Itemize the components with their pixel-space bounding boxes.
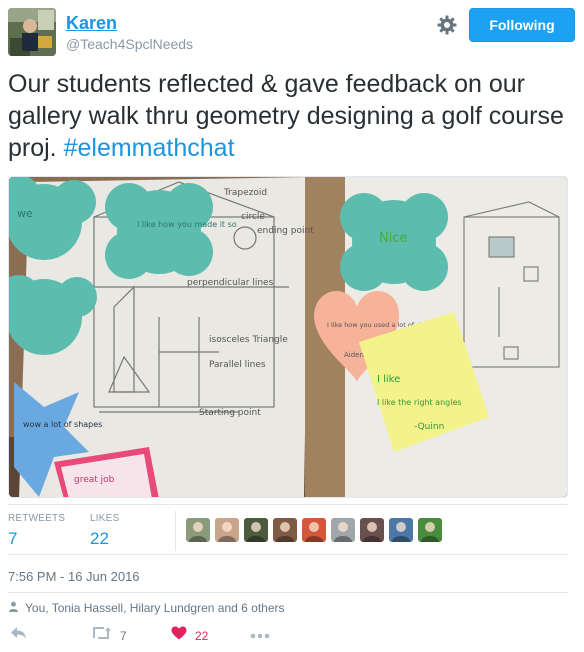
- heart-icon: [171, 626, 187, 645]
- user-name[interactable]: Karen: [66, 13, 117, 34]
- user-handle[interactable]: @Teach4SpclNeeds: [66, 36, 193, 52]
- sticky-note-author: Aiden: [344, 351, 364, 359]
- liker-avatar[interactable]: [360, 518, 384, 542]
- hashtag-link[interactable]: #elemmathchat: [64, 134, 235, 162]
- liker-avatar[interactable]: [215, 518, 239, 542]
- avatar[interactable]: [8, 8, 56, 56]
- liker-avatar[interactable]: [302, 518, 326, 542]
- tweet-header: Karen @Teach4SpclNeeds Following: [8, 8, 576, 56]
- drawing-label: Starting point: [199, 408, 261, 418]
- retweets-stat[interactable]: RETWEETS 7: [8, 513, 65, 549]
- stat-separator: [175, 511, 176, 551]
- like-count: 22: [195, 628, 209, 643]
- tweet-actions: 7 22: [8, 626, 568, 649]
- retweets-label: RETWEETS: [8, 513, 66, 524]
- sticky-note-text: I like how you made it so: [137, 220, 237, 229]
- sticky-note-text: wow a lot of shapes: [23, 420, 102, 429]
- sticky-note-text: I like: [377, 374, 400, 385]
- liked-by-line[interactable]: You, Tonia Hassell, Hilary Lundgren and …: [8, 601, 285, 615]
- divider: [8, 554, 568, 555]
- sticky-note-text: Nice: [379, 231, 407, 246]
- liked-by-text: You, Tonia Hassell, Hilary Lundgren and …: [25, 601, 285, 615]
- likes-stat[interactable]: LIKES 22: [90, 513, 119, 549]
- drawing-label: circle: [241, 212, 265, 222]
- retweet-icon: [90, 626, 112, 649]
- tweet-photo[interactable]: Trapezoid circle ending point perpendicu…: [8, 176, 568, 498]
- divider: [8, 504, 568, 505]
- more-icon: [250, 626, 270, 644]
- reply-icon: [10, 626, 28, 645]
- sticky-note-author: -Quinn: [414, 422, 444, 432]
- drawing-label: isosceles Triangle: [209, 335, 288, 345]
- sticky-note-text: we: [17, 207, 33, 220]
- retweets-count: 7: [8, 529, 18, 548]
- sticky-note-text: great job: [74, 475, 115, 485]
- person-icon: [8, 601, 19, 615]
- retweet-count: 7: [120, 628, 127, 643]
- following-button[interactable]: Following: [469, 8, 575, 42]
- sticky-note-text: I like the right angles: [377, 398, 462, 407]
- likes-count: 22: [90, 529, 109, 548]
- liker-avatar[interactable]: [273, 518, 297, 542]
- liker-avatar[interactable]: [389, 518, 413, 542]
- retweet-button[interactable]: 7: [90, 626, 127, 649]
- more-button[interactable]: [250, 626, 270, 644]
- divider: [8, 592, 568, 593]
- drawing-label: ending point: [257, 226, 314, 236]
- liker-avatar[interactable]: [186, 518, 210, 542]
- liker-avatar[interactable]: [331, 518, 355, 542]
- gear-icon[interactable]: [436, 14, 458, 36]
- drawing-label: Parallel lines: [209, 360, 266, 370]
- drawing-label: perpendicular lines: [187, 278, 274, 288]
- tweet-timestamp[interactable]: 7:56 PM - 16 Jun 2016: [8, 569, 140, 584]
- tweet-text: Our students reflected & gave feedback o…: [8, 68, 568, 164]
- liker-avatars: [186, 518, 442, 542]
- like-button[interactable]: 22: [171, 626, 208, 645]
- reply-button[interactable]: [10, 626, 28, 645]
- liker-avatar[interactable]: [418, 518, 442, 542]
- likes-label: LIKES: [90, 513, 120, 524]
- liker-avatar[interactable]: [244, 518, 268, 542]
- drawing-label: Trapezoid: [223, 188, 267, 198]
